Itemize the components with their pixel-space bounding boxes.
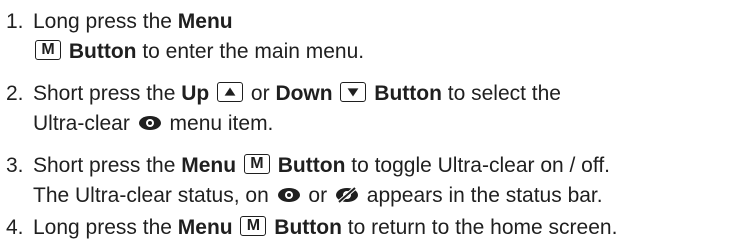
step-line: Long press the Menu M Button to return t… [33,214,617,242]
step-text: to select the [441,82,561,105]
step-line: The Ultra-clear status, on or appears in… [33,182,603,210]
step-text: to enter the main menu. [136,40,365,63]
step-number: 1. [6,10,24,33]
step-line: Ultra-clear menu item. [33,110,273,138]
step-text: Long press the [33,216,178,239]
button-label: Button [374,82,442,105]
step-text: Long press the [33,10,178,33]
menu-label: Menu [181,154,237,177]
step-text: The Ultra-clear status, on [33,184,275,207]
step-text: or [245,82,276,105]
menu-label: Menu [177,216,233,239]
up-label: Up [181,82,210,105]
eye-icon [277,187,301,203]
eye-icon [138,115,162,131]
step-text: or [302,184,333,207]
eye-slash-icon [335,187,359,203]
step-line: Short press the Menu M Button to toggle … [33,152,610,180]
step-text: Ultra-clear [33,112,136,135]
menu-key-icon: M [243,154,270,174]
triangle-up-icon [217,82,244,102]
step-number: 3. [6,154,24,177]
button-label: Button [68,40,137,63]
step-text: menu item. [163,112,274,135]
menu-key-icon: M [240,216,267,236]
step-text: Short press the [33,82,182,105]
step-number: 2. [6,82,24,105]
button-label: Button [277,154,346,177]
button-label: Button [274,216,342,239]
step-line: Long press the Menu [33,8,233,36]
step-text: to toggle Ultra-clear on / off. [345,154,610,177]
step-line: M Button to enter the main menu. [33,38,364,66]
step-line: Short press the Up or Down Button to sel… [33,80,561,108]
step-number: 4. [6,216,24,239]
step-text: Short press the [33,154,182,177]
down-label: Down [275,82,333,105]
menu-key-icon: M [35,40,61,60]
step-text: appears in the status bar. [360,184,603,207]
menu-label: Menu [177,10,233,33]
step-text: to return to the home screen. [341,216,618,239]
triangle-down-icon [340,82,367,102]
